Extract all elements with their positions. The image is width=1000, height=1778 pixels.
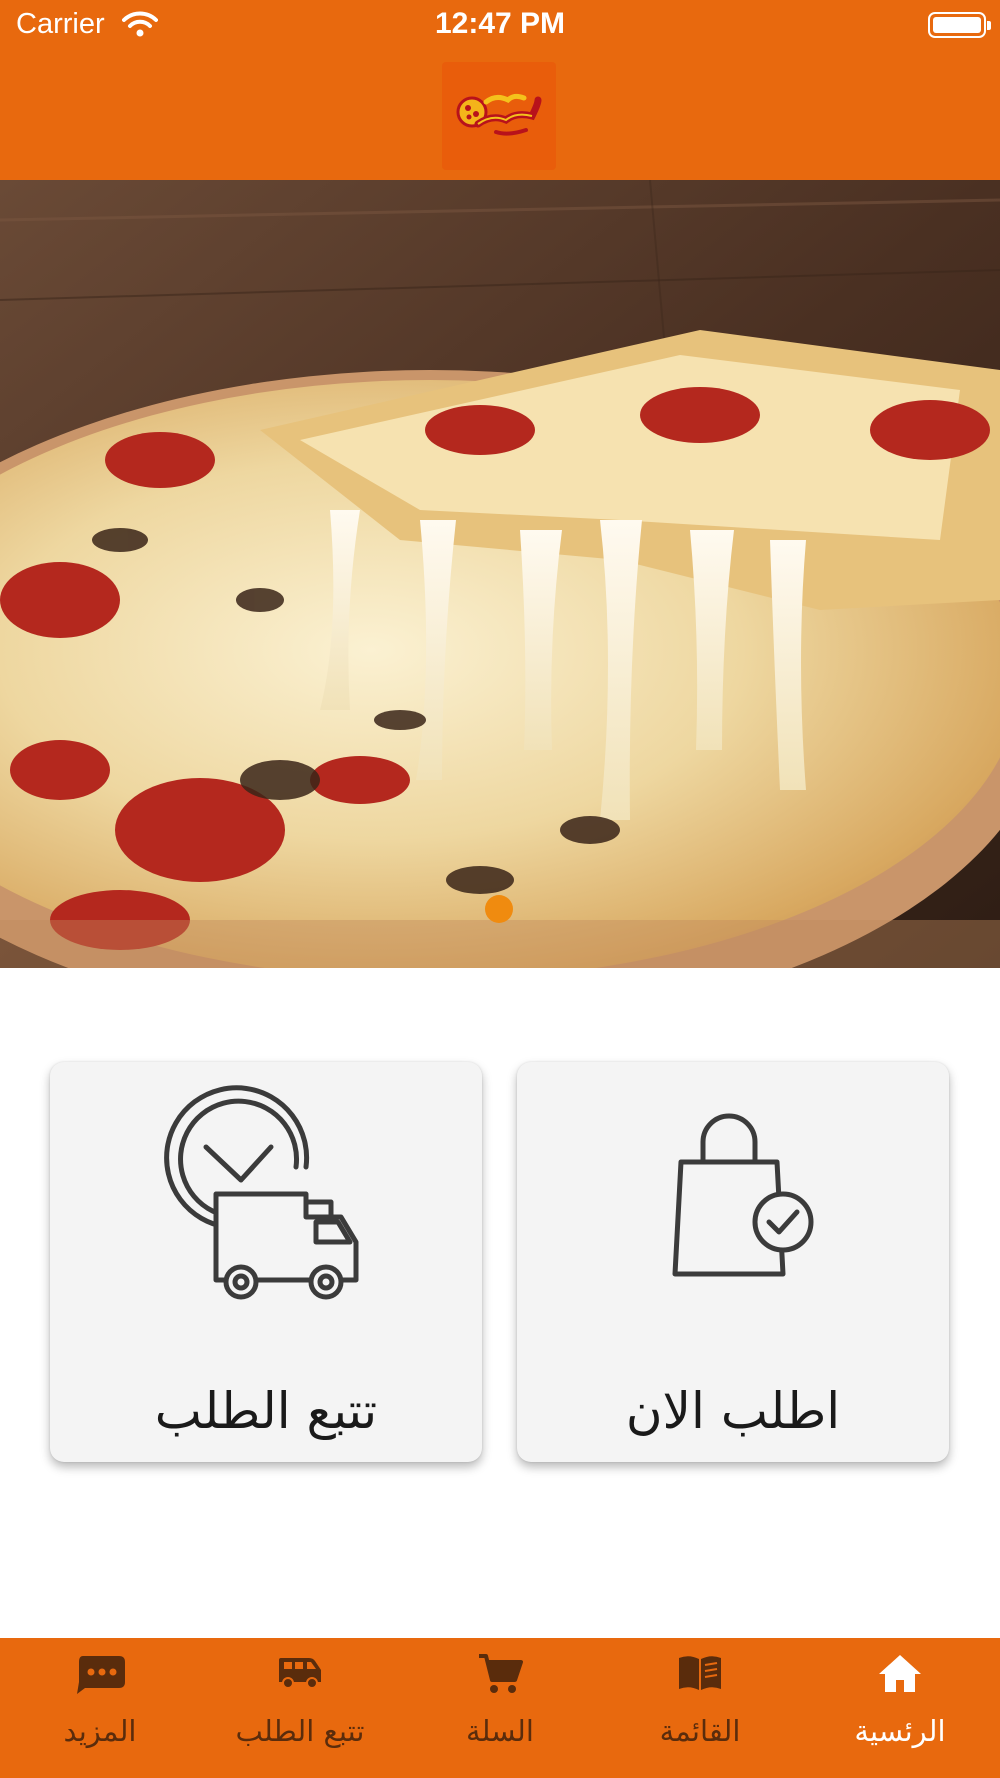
tab-menu-label: القائمة [659,1714,741,1748]
tab-home[interactable]: الرئسية [800,1638,1000,1778]
tab-more-label: المزيد [63,1714,137,1748]
carousel-page-dot[interactable] [485,895,513,923]
bottom-tab-bar: المزيد تتبع الطلب السلة القائمة الرئسية [0,1638,1000,1778]
status-bar: Carrier 12:47 PM [0,0,1000,52]
truck-icon [200,1652,400,1702]
more-chat-icon [0,1652,200,1702]
status-time: 12:47 PM [434,7,566,40]
tab-more[interactable]: المزيد [0,1638,200,1778]
hero-banner[interactable] [0,180,1000,968]
pizza-photo [0,180,1000,968]
tab-track-order-label: تتبع الطلب [235,1714,365,1748]
shopping-bag-check-icon [517,1082,949,1302]
track-order-card[interactable]: تتبع الطلب [50,1062,482,1462]
order-now-card[interactable]: اطلب الان [517,1062,949,1462]
home-icon [800,1652,1000,1702]
tab-menu[interactable]: القائمة [600,1638,800,1778]
order-now-label: اطلب الان [625,1382,841,1440]
tab-track-order[interactable]: تتبع الطلب [200,1638,400,1778]
app-header: Carrier 12:47 PM [0,0,1000,180]
cart-icon [400,1652,600,1702]
tab-cart[interactable]: السلة [400,1638,600,1778]
book-icon [600,1652,800,1702]
pizza-logo[interactable] [442,62,556,170]
clock-delivery-truck-icon [50,1082,482,1302]
tab-home-label: الرئسية [854,1714,946,1748]
tab-cart-label: السلة [466,1714,534,1748]
track-order-label: تتبع الطلب [154,1382,378,1440]
battery-icon [928,12,991,38]
